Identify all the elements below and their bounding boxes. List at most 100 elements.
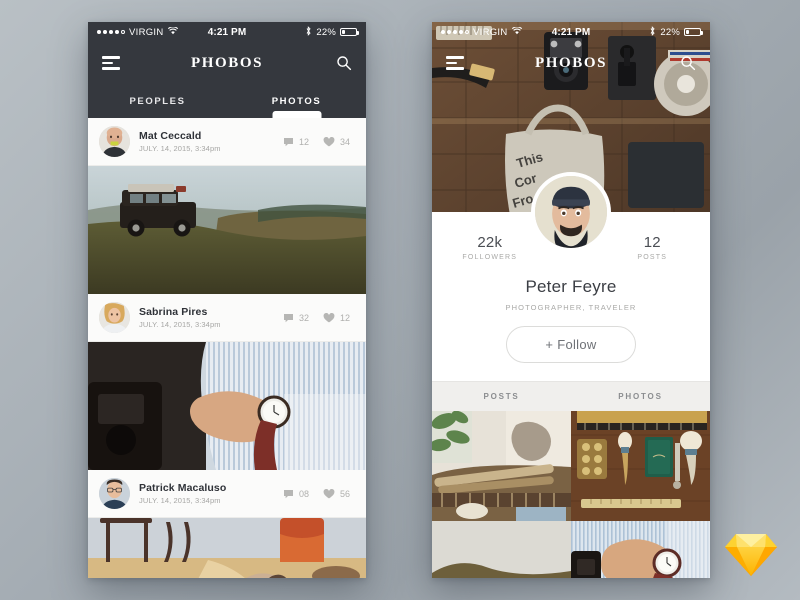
avatar[interactable] [99, 302, 130, 333]
profile-name: Peter Feyre [525, 277, 617, 296]
carrier-label: VIRGIN [473, 26, 508, 38]
carrier-label: VIRGIN [129, 26, 164, 38]
like-count[interactable]: 34 [323, 136, 350, 147]
profile-tabs: POSTS PHOTOS [432, 381, 710, 411]
post-author: Patrick Macaluso [139, 482, 227, 494]
tab-posts-label: POSTS [483, 392, 520, 401]
grid-photo[interactable] [432, 521, 571, 578]
comment-count[interactable]: 32 [283, 313, 309, 323]
post-author: Mat Ceccald [139, 130, 202, 142]
followers-label: FOLLOWERS [462, 254, 518, 261]
bluetooth-icon [649, 25, 656, 39]
post-timestamp: JULY. 14, 2015, 3:34pm [139, 496, 221, 505]
hamburger-menu-icon[interactable] [446, 56, 464, 70]
post-timestamp: JULY. 14, 2015, 3:34pm [139, 144, 221, 153]
comment-bubble-icon [283, 137, 294, 147]
heart-icon [323, 136, 335, 147]
app-title: PHOBOS [190, 54, 264, 71]
followers-stat[interactable]: 22k FOLLOWERS [452, 234, 528, 261]
phone-profile-screen: This Cor Fro VIRGIN 4:21 PM 22% PHOBOS 2… [432, 22, 710, 578]
status-bar-left: VIRGIN [441, 25, 552, 38]
sketch-diamond-logo [724, 530, 778, 578]
grid-photo[interactable] [432, 411, 571, 521]
grid-photo[interactable] [571, 411, 710, 521]
like-count[interactable]: 56 [323, 488, 350, 499]
phone-feed-screen: VIRGIN 4:21 PM 22% PHOBOS PEOPLES PHOTOS… [88, 22, 366, 578]
tab-photos[interactable]: PHOTOS [227, 84, 366, 118]
feed-navbar: PHOBOS [88, 42, 366, 84]
comment-count[interactable]: 08 [283, 489, 309, 499]
wifi-icon [167, 25, 178, 38]
like-count-value: 56 [339, 488, 350, 499]
hamburger-menu-icon[interactable] [102, 56, 120, 70]
posts-label: POSTS [637, 254, 668, 261]
status-bar-time: 4:21 PM [207, 26, 247, 38]
signal-strength-icon [97, 30, 125, 34]
like-count[interactable]: 12 [323, 312, 350, 323]
avatar[interactable] [99, 126, 130, 157]
post-stats: 32 12 [283, 312, 355, 323]
feed-list[interactable]: Mat Ceccald JULY. 14, 2015, 3:34pm 12 34 [88, 118, 366, 578]
active-tab-indicator [272, 111, 321, 118]
comment-count-value: 32 [298, 312, 309, 323]
like-count-value: 12 [339, 312, 350, 323]
followers-count: 22k [477, 234, 503, 251]
search-icon[interactable] [336, 55, 352, 71]
like-count-value: 34 [339, 136, 350, 147]
feed-tabs: PEOPLES PHOTOS [88, 84, 366, 118]
signal-strength-icon [441, 30, 469, 34]
post-meta: Sabrina Pires JULY. 14, 2015, 3:34pm [139, 306, 274, 329]
tab-photos[interactable]: PHOTOS [571, 382, 710, 411]
tab-peoples-label: PEOPLES [129, 95, 186, 107]
post-stats: 12 34 [283, 136, 355, 147]
post-stats: 08 56 [283, 488, 355, 499]
status-bar: VIRGIN 4:21 PM 22% [88, 22, 366, 42]
posts-count: 12 [643, 234, 661, 251]
tab-photos-label: PHOTOS [618, 392, 663, 401]
follow-button-wrap: + Follow [432, 312, 710, 381]
bluetooth-icon [305, 25, 312, 39]
status-bar-time: 4:21 PM [551, 26, 591, 38]
status-bar-right: 22% [590, 25, 703, 39]
post-header[interactable]: Sabrina Pires JULY. 14, 2015, 3:34pm 32 … [88, 294, 366, 342]
wifi-icon [511, 25, 522, 38]
battery-percent-label: 22% [316, 26, 336, 38]
battery-icon [684, 28, 703, 36]
search-icon[interactable] [680, 55, 696, 71]
status-bar-left: VIRGIN [97, 25, 208, 38]
comment-bubble-icon [283, 489, 294, 499]
post-photo[interactable] [88, 166, 366, 294]
tab-peoples[interactable]: PEOPLES [88, 84, 227, 118]
post-photo[interactable] [88, 342, 366, 470]
comment-count-value: 12 [298, 136, 309, 147]
post-header[interactable]: Mat Ceccald JULY. 14, 2015, 3:34pm 12 34 [88, 118, 366, 166]
photo-grid[interactable] [432, 411, 710, 578]
comment-count-value: 08 [298, 488, 309, 499]
feed-header: VIRGIN 4:21 PM 22% PHOBOS PEOPLES PHOTOS [88, 22, 366, 118]
app-title: PHOBOS [534, 54, 608, 71]
battery-percent-label: 22% [660, 26, 680, 38]
comment-bubble-icon [283, 313, 294, 323]
post-photo[interactable] [88, 518, 366, 578]
battery-icon [340, 28, 359, 36]
post-meta: Mat Ceccald JULY. 14, 2015, 3:34pm [139, 130, 274, 153]
follow-button[interactable]: + Follow [506, 326, 636, 363]
post-meta: Patrick Macaluso JULY. 14, 2015, 3:34pm [139, 482, 274, 505]
heart-icon [323, 488, 335, 499]
avatar[interactable] [99, 478, 130, 509]
avatar[interactable] [531, 172, 611, 252]
tab-photos-label: PHOTOS [271, 95, 322, 107]
tab-posts[interactable]: POSTS [432, 382, 571, 411]
posts-stat[interactable]: 12 POSTS [614, 234, 690, 261]
comment-count[interactable]: 12 [283, 137, 309, 147]
heart-icon [323, 312, 335, 323]
post-timestamp: JULY. 14, 2015, 3:34pm [139, 320, 221, 329]
profile-card: 22k FOLLOWERS 12 POSTS Peter Feyre PHOTO… [432, 172, 710, 381]
profile-role: PHOTOGRAPHER, TRAVELER [505, 303, 637, 312]
post-header[interactable]: Patrick Macaluso JULY. 14, 2015, 3:34pm … [88, 470, 366, 518]
status-bar-right: 22% [246, 25, 359, 39]
status-bar: VIRGIN 4:21 PM 22% [432, 22, 710, 42]
profile-navbar: PHOBOS [432, 42, 710, 84]
grid-photo[interactable] [571, 521, 710, 578]
post-author: Sabrina Pires [139, 306, 208, 318]
